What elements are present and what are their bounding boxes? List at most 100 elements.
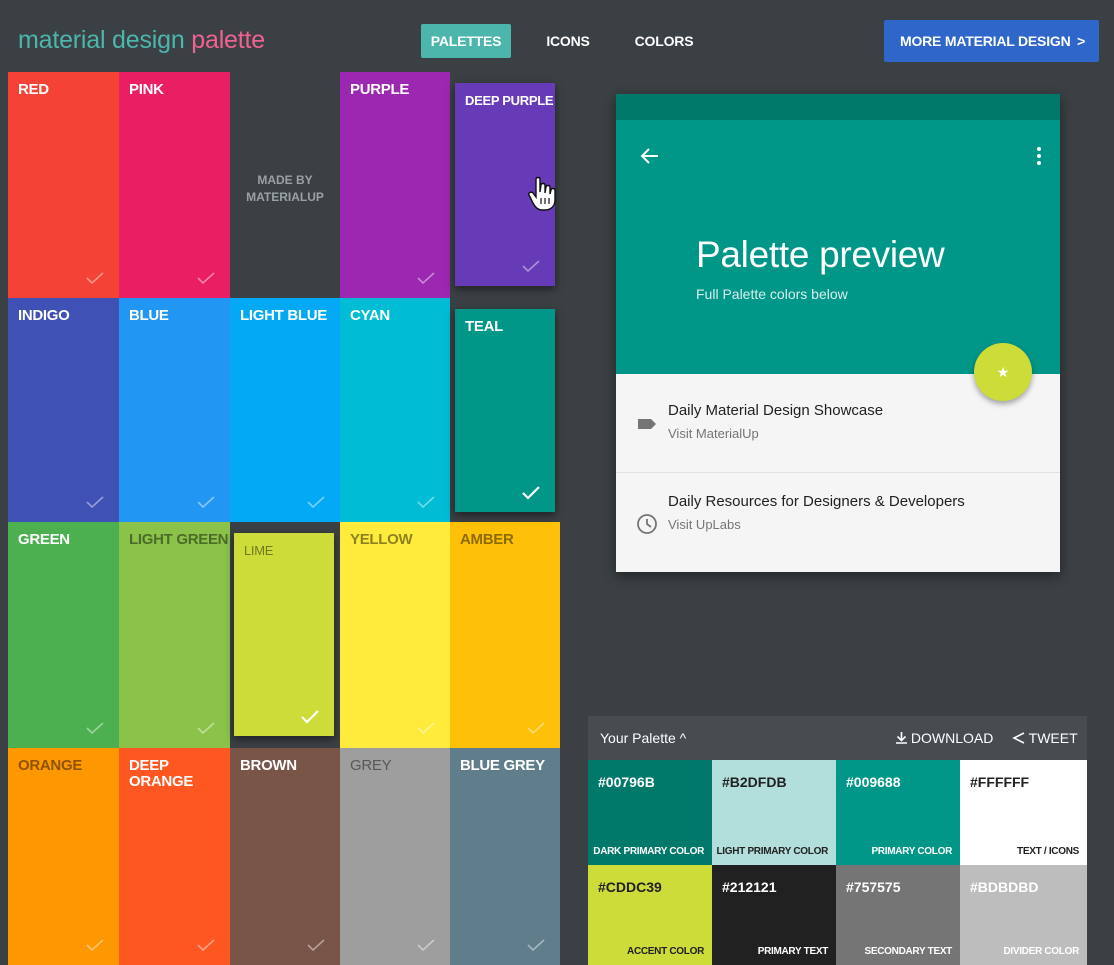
tile-label: LIGHT BLUE: [240, 307, 327, 324]
swatch-role: TEXT / ICONS: [1017, 846, 1079, 857]
tile-yellow[interactable]: YELLOW: [340, 522, 450, 748]
color-grid: RED PINK MADE BY MATERIALUP PURPLE DEEP …: [8, 72, 560, 965]
tile-label: GREEN: [18, 531, 70, 548]
your-palette-header: Your Palette ^ DOWNLOAD TWEET: [588, 716, 1087, 760]
check-icon: [85, 939, 105, 951]
check-icon: [526, 722, 546, 734]
swatch-hex: #FFFFFF: [970, 774, 1030, 790]
swatch-role: SECONDARY TEXT: [864, 946, 953, 957]
swatch-dark-primary[interactable]: #00796B DARK PRIMARY COLOR: [588, 760, 712, 865]
check-icon: [416, 496, 436, 508]
swatch-divider[interactable]: #BDBDBD DIVIDER COLOR: [960, 865, 1087, 965]
your-palette-toggle[interactable]: Your Palette ^: [600, 730, 686, 746]
preview-subtitle: Full Palette colors below: [696, 286, 848, 302]
swatch-role: DIVIDER COLOR: [1003, 946, 1079, 957]
tile-teal[interactable]: TEAL: [455, 309, 555, 512]
swatch-hex: #B2DFDB: [722, 774, 787, 790]
tile-label: LIME: [244, 543, 274, 558]
swatch-text-icons[interactable]: #FFFFFF TEXT / ICONS: [960, 760, 1087, 865]
hand-cursor-icon: [528, 176, 558, 212]
star-icon: ★: [996, 364, 1010, 380]
tile-light-green[interactable]: LIGHT GREEN: [119, 522, 230, 748]
download-icon: [896, 732, 907, 744]
swatch-hex: #757575: [846, 879, 901, 895]
nav-palettes[interactable]: PALETTES: [421, 24, 511, 58]
more-material-design-label: MORE MATERIAL DESIGN: [900, 33, 1071, 49]
tile-label: TEAL: [465, 318, 503, 335]
list-item-title: Daily Resources for Designers & Develope…: [668, 493, 965, 510]
swatch-hex: #00796B: [598, 774, 655, 790]
swatch-hex: #CDDC39: [598, 879, 662, 895]
top-bar: material design palette PALETTES ICONS C…: [0, 0, 1114, 72]
nav-icons[interactable]: ICONS: [533, 24, 603, 58]
more-vert-icon[interactable]: [1036, 146, 1042, 166]
tile-pink[interactable]: PINK: [119, 72, 230, 298]
list-item-title: Daily Material Design Showcase: [668, 402, 884, 419]
clock-icon: [636, 513, 658, 535]
more-material-design-button[interactable]: MORE MATERIAL DESIGN >: [884, 20, 1099, 62]
nav-colors[interactable]: COLORS: [624, 24, 704, 58]
chevron-right-icon: >: [1077, 33, 1085, 49]
preview-list: Daily Material Design Showcase Visit Mat…: [616, 374, 1060, 572]
list-item[interactable]: Daily Resources for Designers & Develope…: [616, 473, 1060, 571]
check-icon: [416, 272, 436, 284]
download-label: DOWNLOAD: [910, 730, 994, 746]
check-icon: [306, 939, 326, 951]
tile-label: GREY: [350, 757, 392, 774]
tile-label: INDIGO: [18, 307, 70, 324]
swatch-role: ACCENT COLOR: [627, 946, 704, 957]
tile-label: DEEP PURPLE: [465, 93, 554, 108]
tile-red[interactable]: RED: [8, 72, 119, 298]
preview-toolbar: Palette preview Full Palette colors belo…: [616, 120, 1060, 374]
tile-blue-grey[interactable]: BLUE GREY: [450, 748, 560, 965]
check-icon-selected: [300, 710, 320, 724]
swatch-secondary-text[interactable]: #757575 SECONDARY TEXT: [836, 865, 960, 965]
check-icon: [521, 260, 541, 272]
swatch-hex: #212121: [722, 879, 777, 895]
label-icon: [636, 413, 658, 435]
tile-orange[interactable]: ORANGE: [8, 748, 119, 965]
tile-light-blue[interactable]: LIGHT BLUE: [230, 298, 340, 522]
tile-label: BLUE GREY: [460, 757, 545, 774]
tile-brown[interactable]: BROWN: [230, 748, 340, 965]
tile-label: DEEP ORANGE: [129, 757, 194, 790]
tile-grey[interactable]: GREY: [340, 748, 450, 965]
tile-amber[interactable]: AMBER: [450, 522, 560, 748]
check-icon: [196, 272, 216, 284]
share-icon: [1012, 732, 1025, 744]
tweet-button[interactable]: TWEET: [1012, 730, 1078, 746]
tile-label: AMBER: [460, 531, 514, 548]
tile-lime[interactable]: LIME: [234, 533, 334, 736]
tile-label: CYAN: [350, 307, 390, 324]
tile-made-by[interactable]: MADE BY MATERIALUP: [230, 72, 340, 298]
check-icon: [416, 939, 436, 951]
check-icon-selected: [521, 486, 541, 500]
tile-label: YELLOW: [350, 531, 413, 548]
arrow-back-icon[interactable]: [638, 144, 662, 168]
tile-indigo[interactable]: INDIGO: [8, 298, 119, 522]
swatch-light-primary[interactable]: #B2DFDB LIGHT PRIMARY COLOR: [712, 760, 836, 865]
tile-label: PURPLE: [350, 81, 410, 98]
brand-text-primary: material design: [18, 26, 185, 54]
tweet-label: TWEET: [1028, 730, 1078, 746]
check-icon: [196, 939, 216, 951]
swatch-primary-text[interactable]: #212121 PRIMARY TEXT: [712, 865, 836, 965]
fab-button[interactable]: ★: [974, 343, 1032, 401]
list-item-subtitle: Visit UpLabs: [668, 517, 741, 532]
tile-label: PINK: [129, 81, 164, 98]
swatch-accent[interactable]: #CDDC39 ACCENT COLOR: [588, 865, 712, 965]
tile-green[interactable]: GREEN: [8, 522, 119, 748]
tile-purple[interactable]: PURPLE: [340, 72, 450, 298]
check-icon: [416, 722, 436, 734]
swatch-role: DARK PRIMARY COLOR: [593, 846, 704, 857]
check-icon: [85, 272, 105, 284]
tile-cyan[interactable]: CYAN: [340, 298, 450, 522]
swatch-primary[interactable]: #009688 PRIMARY COLOR: [836, 760, 960, 865]
tile-label: LIGHT GREEN: [129, 531, 229, 548]
tile-blue[interactable]: BLUE: [119, 298, 230, 522]
tile-label: ORANGE: [18, 757, 83, 774]
tile-deep-orange[interactable]: DEEP ORANGE: [119, 748, 230, 965]
brand-logo[interactable]: material design palette: [18, 26, 265, 55]
swatch-role: PRIMARY TEXT: [757, 946, 829, 957]
download-button[interactable]: DOWNLOAD: [896, 730, 993, 746]
